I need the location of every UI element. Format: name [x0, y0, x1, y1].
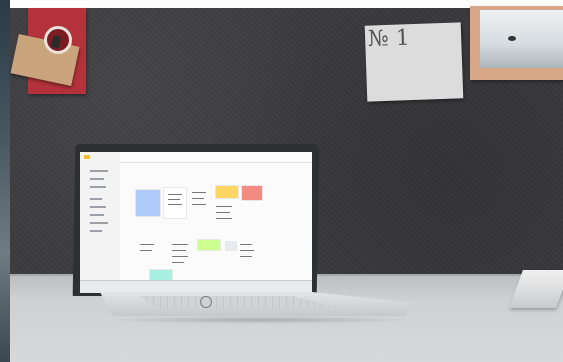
sidebar-line: [90, 230, 102, 232]
laptop-shelf-bar: [80, 280, 312, 293]
sidebar-line: [90, 206, 106, 208]
sidebar-line: [90, 222, 108, 224]
app-sidebar: [80, 152, 120, 280]
text-line: [216, 212, 230, 213]
note-white: [164, 188, 186, 218]
text-line: [168, 199, 180, 200]
text-line: [240, 256, 252, 257]
sidebar-line: [90, 186, 106, 188]
number-card-text: № 1: [367, 25, 411, 53]
text-line: [172, 250, 186, 251]
text-line: [168, 204, 182, 205]
text-line: [172, 256, 188, 257]
sidebar-line: [90, 214, 104, 216]
app-logo-icon: [84, 155, 90, 159]
text-line: [240, 244, 252, 245]
app-topbar: [120, 152, 312, 163]
sidebar-line: [90, 170, 108, 172]
text-line: [192, 204, 206, 205]
bird-silhouette: [508, 36, 516, 41]
text-line: [216, 206, 232, 207]
text-line: [216, 218, 232, 219]
laptop-screen: [80, 152, 312, 280]
note-grey: [226, 242, 236, 250]
laptop-shadow: [110, 316, 410, 324]
note-yellow: [216, 186, 238, 198]
text-line: [140, 250, 152, 251]
text-line: [240, 250, 254, 251]
note-green: [198, 240, 220, 250]
text-line: [192, 192, 206, 193]
text-line: [168, 194, 182, 195]
note-teal: [150, 270, 172, 280]
text-line: [140, 244, 154, 245]
framed-photo: [480, 10, 563, 68]
sidebar-line: [90, 178, 104, 180]
sidebar-line: [90, 198, 102, 200]
desk-scene-photo: № 1: [0, 0, 563, 362]
window-edge: [0, 0, 10, 362]
text-line: [172, 262, 184, 263]
hp-logo-icon: [200, 296, 212, 308]
note-blue: [136, 190, 160, 216]
text-line: [172, 244, 188, 245]
text-line: [192, 198, 204, 199]
note-red: [242, 186, 262, 200]
